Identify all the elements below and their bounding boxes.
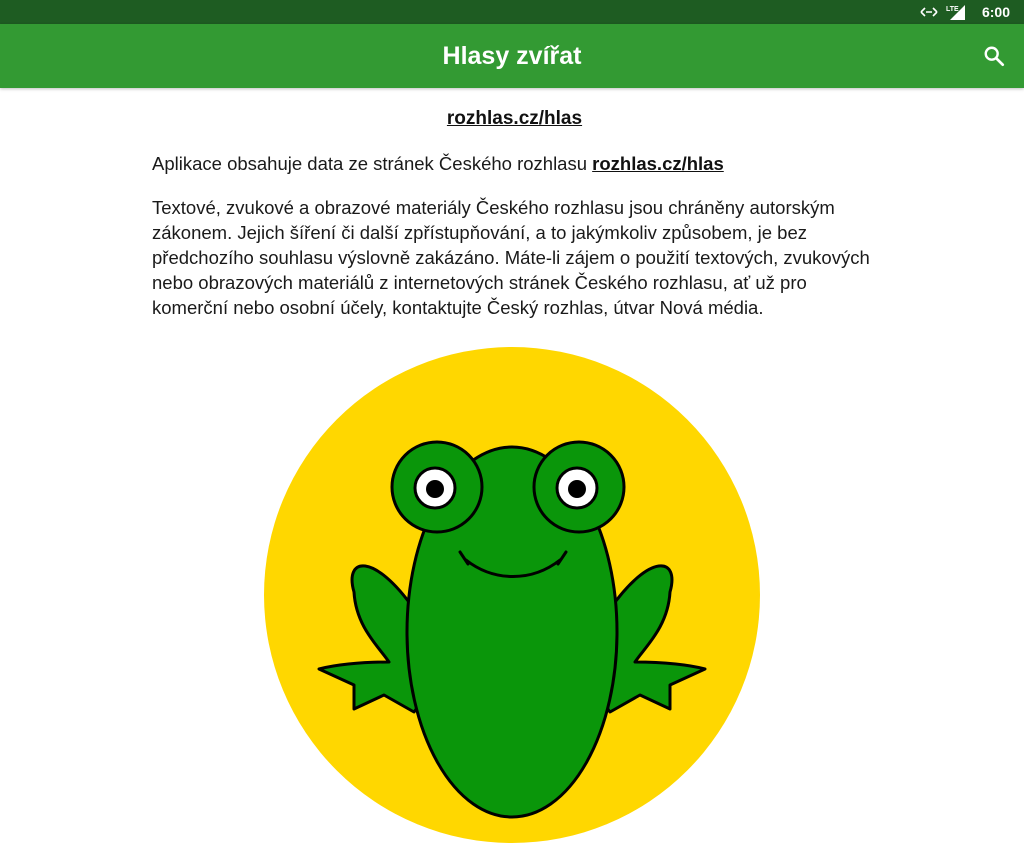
status-time: 6:00 [981, 4, 1010, 20]
copyright-paragraph: Textové, zvukové a obrazové materiály Če… [152, 197, 870, 318]
header-link[interactable]: rozhlas.cz/hlas [447, 108, 582, 129]
source-text: Aplikace obsahuje data ze stránek Českéh… [152, 153, 593, 174]
header-link-row: rozhlas.cz/hlas [152, 106, 877, 131]
app-title: Hlasy zvířat [442, 42, 582, 70]
status-bar: LTE 6:00 [0, 0, 1024, 24]
status-icons: LTE 6:00 [920, 0, 1010, 24]
lte-signal-icon: LTE [946, 3, 966, 21]
app-bar: Hlasy zvířat [0, 24, 1024, 88]
search-button[interactable] [970, 32, 1018, 80]
frog-logo [264, 347, 760, 843]
source-link[interactable]: rozhlas.cz/hlas [592, 153, 724, 174]
about-content: rozhlas.cz/hlas Aplikace obsahuje data z… [152, 88, 877, 320]
data-transfer-icon [920, 5, 938, 19]
search-icon [984, 46, 1005, 67]
source-paragraph: Aplikace obsahuje data ze stránek Českéh… [152, 151, 877, 176]
network-type-label: LTE [946, 6, 959, 13]
